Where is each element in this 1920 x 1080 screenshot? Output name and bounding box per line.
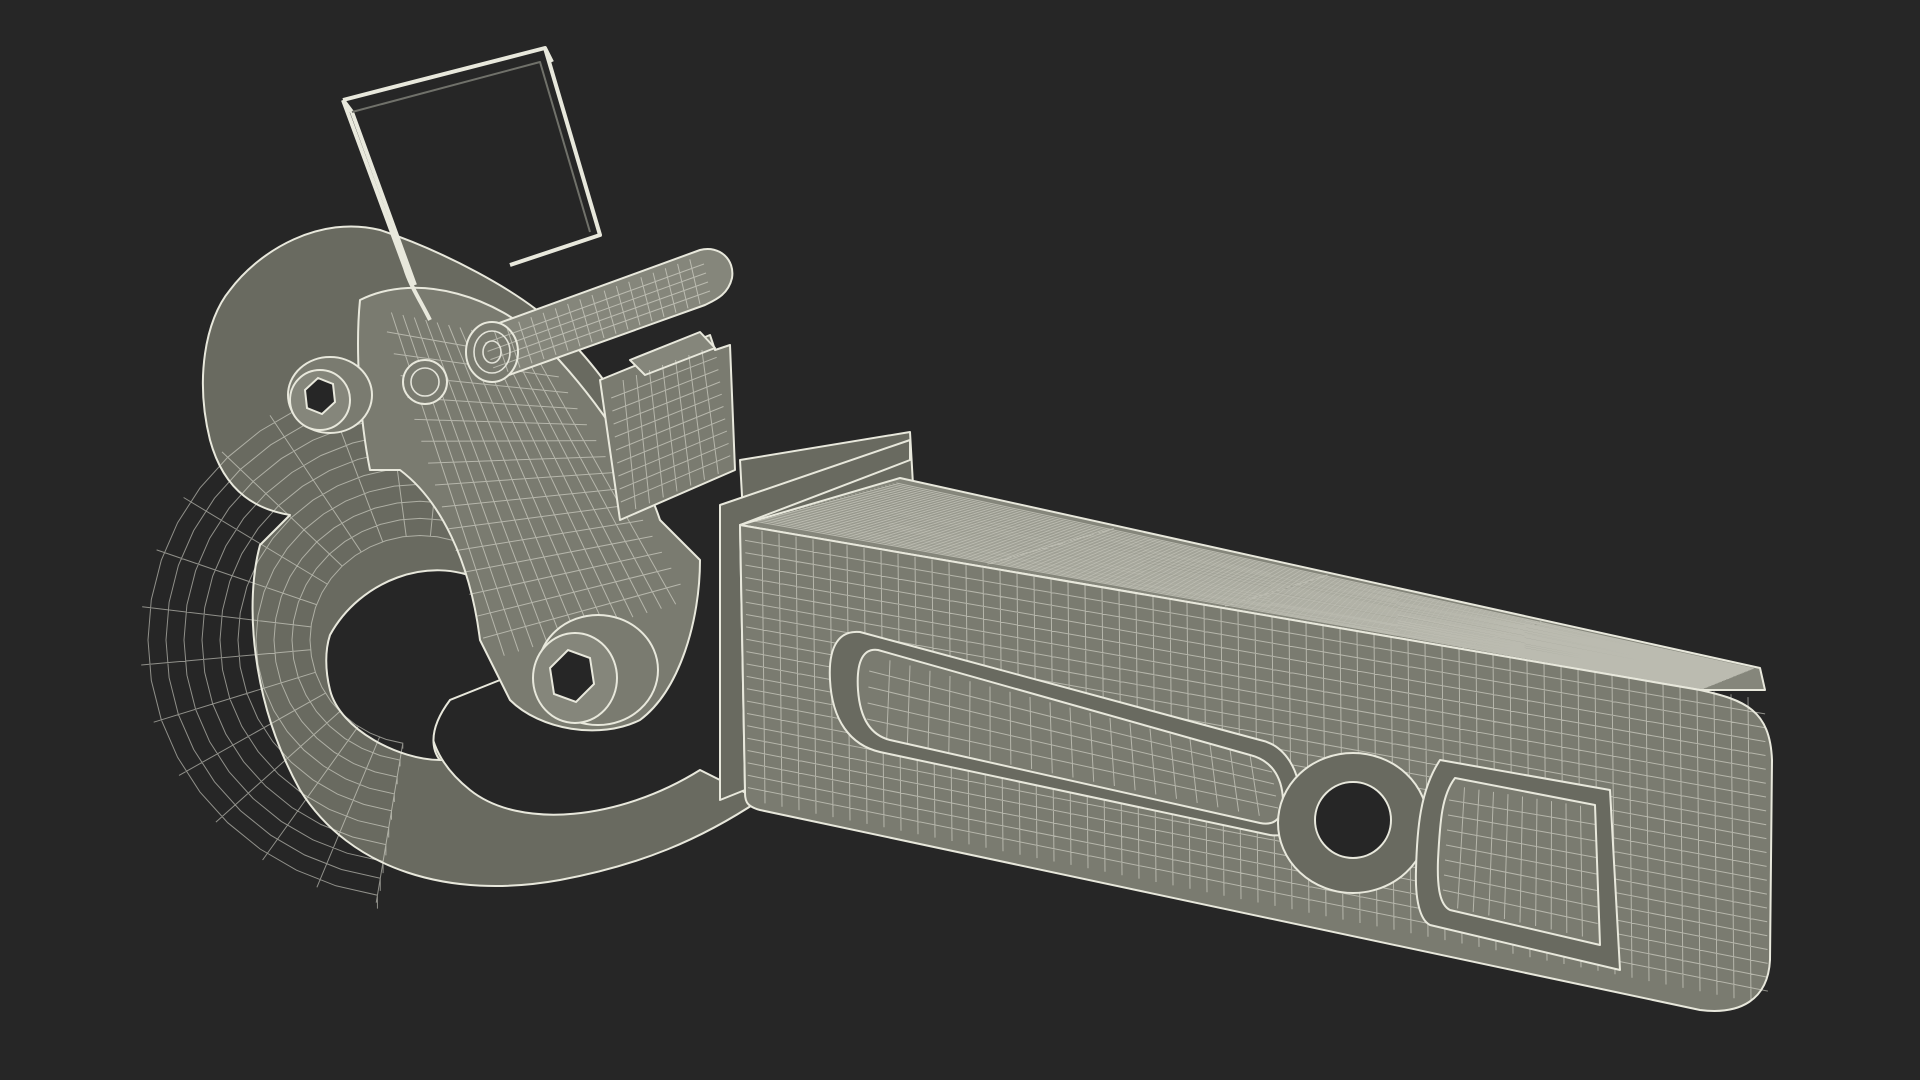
upper-bolt — [287, 356, 373, 434]
pintle-hook-wireframe-model — [141, 46, 1773, 1012]
shank-tube — [739, 477, 1773, 1012]
render-viewport — [0, 0, 1920, 1080]
